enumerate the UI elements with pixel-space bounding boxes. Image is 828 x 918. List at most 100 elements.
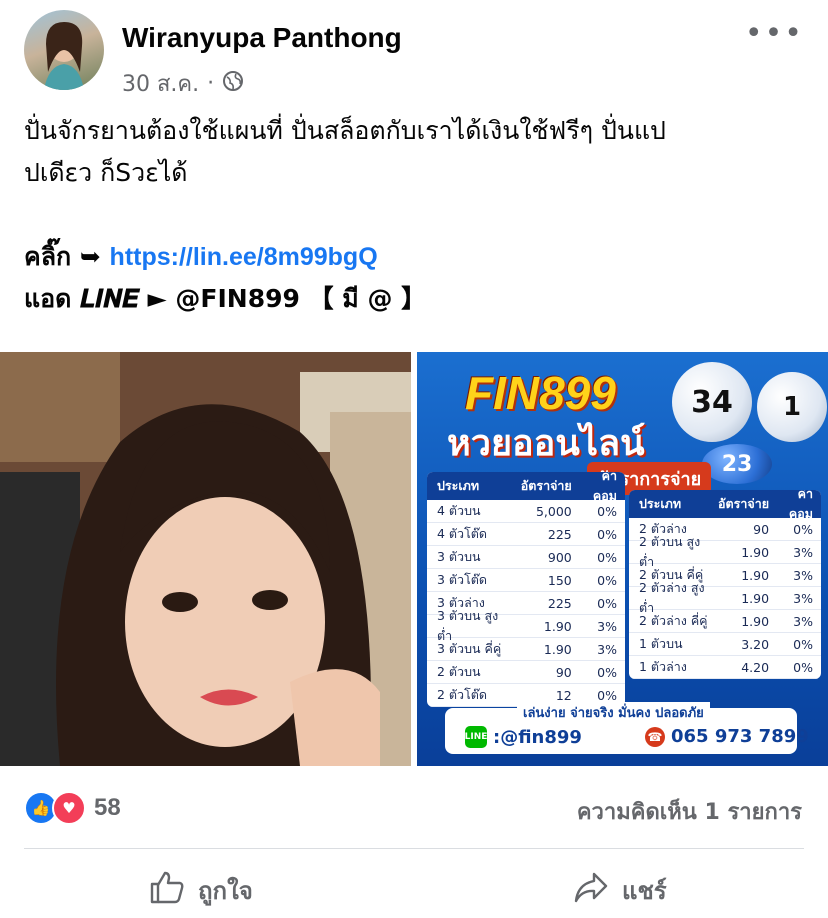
row-type: 4 ตัวโต๊ด (437, 526, 488, 541)
table-row: 4 ตัวบน 5,000 0% (427, 500, 625, 523)
post-meta: 30 ส.ค. · (122, 66, 244, 101)
like-button[interactable]: ถูกใจ (148, 868, 253, 912)
lottery-ball: 1 (757, 372, 827, 442)
table-row: 3 ตัวบน คี่คู่ 1.90 3% (427, 638, 625, 661)
rate-table-right: ประเภท อัตราจ่าย ค่าคอม 2 ตัวล่าง 90 0% 2 ต… (629, 490, 821, 679)
author-name[interactable]: Wiranyupa Panthong (122, 22, 402, 54)
header-rate: อัตราจ่าย (520, 478, 572, 493)
row-commission: 0% (597, 572, 617, 588)
row-rate: 3.20 (741, 636, 770, 652)
header-type: ประเภท (639, 496, 682, 511)
line-brand: 𝑳𝑰𝑵𝑬 (80, 284, 139, 313)
add-suffix: ► @FIN899 【 มี @ 】 (138, 284, 427, 313)
row-rate: 1.90 (741, 613, 770, 629)
post-date[interactable]: 30 ส.ค. (122, 66, 199, 101)
row-commission: 0% (597, 664, 617, 680)
lottery-ball: 23 (702, 444, 772, 484)
share-label: แชร์ (622, 876, 667, 905)
selfie-photo[interactable] (0, 352, 411, 766)
click-prefix: คลิ๊ก ➥ (24, 242, 110, 271)
row-commission: 3% (793, 613, 813, 629)
post-text: ปั่นจักรยานต้องใช้แผนที่ ปั่นสล็อตกับเรา… (24, 110, 804, 320)
post-header: Wiranyupa Panthong 30 ส.ค. · ••• (0, 0, 828, 100)
like-label: ถูกใจ (198, 876, 253, 905)
table-row: 4 ตัวโต๊ด 225 0% (427, 523, 625, 546)
table-row: 2 ตัวบน 90 0% (427, 661, 625, 684)
row-rate: 225 (547, 595, 572, 611)
line-icon: LINE (465, 726, 487, 748)
thumbs-up-icon (148, 868, 186, 912)
divider (24, 848, 804, 849)
row-rate: 1.90 (543, 618, 572, 634)
row-commission: 3% (597, 641, 617, 657)
post-text-line-1: ปั่นจักรยานต้องใช้แผนที่ ปั่นสล็อตกับเรา… (24, 116, 666, 145)
row-commission: 0% (597, 549, 617, 565)
row-type: 3 ตัวบน (437, 549, 481, 564)
row-commission: 3% (793, 544, 813, 560)
row-rate: 150 (547, 572, 572, 588)
row-rate: 900 (547, 549, 572, 565)
love-reaction-icon: ♥ (52, 791, 86, 825)
add-line: แอด 𝑳𝑰𝑵𝑬 ► @FIN899 【 มี @ 】 (24, 278, 804, 320)
row-commission: 0% (597, 503, 617, 519)
row-type: 2 ตัวบน (437, 664, 481, 679)
header-type: ประเภท (437, 478, 480, 493)
row-type: 2 ตัวล่าง คี่คู่ (639, 613, 708, 628)
reaction-count: 58 (94, 794, 121, 821)
table-row: 3 ตัวบน 900 0% (427, 546, 625, 569)
row-type: 4 ตัวบน (437, 503, 481, 518)
comments-count[interactable]: ความคิดเห็น 1 รายการ (577, 794, 802, 829)
row-rate: 1.90 (741, 544, 770, 560)
ad-tagline: เล่นง่าย จ่ายจริง มั่นคง ปลอดภัย (517, 702, 710, 723)
phone-icon: ☎ (645, 726, 665, 747)
table-row: 1 ตัวล่าง 4.20 0% (629, 656, 821, 679)
row-commission: 3% (793, 567, 813, 583)
reaction-icons: 👍 ♥ (24, 791, 86, 825)
rate-table-left: ประเภท อัตราจ่าย ค่าคอม 4 ตัวบน 5,000 0% 4 … (427, 472, 625, 707)
action-bar: ถูกใจ แชร์ (0, 856, 828, 918)
row-type: 3 ตัวบน คี่คู่ (437, 641, 502, 656)
table-row: 3 ตัวบน สูงต่ำ 1.90 3% (427, 608, 625, 643)
click-line: คลิ๊ก ➥ https://lin.ee/8m99bgQ (24, 236, 804, 278)
row-type: 1 ตัวล่าง (639, 659, 687, 674)
header-commission: ค่าคอม (592, 472, 617, 503)
row-type: 2 ตัวโต๊ด (437, 687, 488, 702)
post-link[interactable]: https://lin.ee/8m99bgQ (110, 243, 378, 271)
share-icon (572, 868, 610, 912)
table-row: 1 ตัวบน 3.20 0% (629, 633, 821, 656)
row-rate: 90 (753, 521, 770, 537)
row-rate: 12 (555, 687, 572, 703)
table-header: ประเภท อัตราจ่าย ค่าคอม (629, 490, 821, 521)
row-rate: 4.20 (741, 659, 770, 675)
table-row: 2 ตัวล่าง สูงต่ำ 1.90 3% (629, 580, 821, 615)
lottery-ad-image[interactable]: 34 1 23 FIN899 หวยออนไลน์ อัตราการจ่าย ป… (417, 352, 828, 766)
row-commission: 0% (793, 659, 813, 675)
globe-icon[interactable] (222, 70, 244, 98)
lottery-ball: 34 (672, 362, 752, 442)
photo-grid: 34 1 23 FIN899 หวยออนไลน์ อัตราการจ่าย ป… (0, 352, 828, 766)
avatar[interactable] (24, 10, 104, 90)
row-rate: 1.90 (741, 590, 770, 606)
more-options-button[interactable]: ••• (745, 16, 804, 51)
row-commission: 3% (793, 590, 813, 606)
row-commission: 0% (793, 636, 813, 652)
header-commission: ค่าคอม (788, 490, 813, 521)
header-rate: อัตราจ่าย (718, 496, 770, 511)
row-rate: 5,000 (535, 503, 572, 519)
row-rate: 1.90 (741, 567, 770, 583)
row-rate: 225 (547, 526, 572, 542)
row-commission: 0% (597, 595, 617, 611)
table-header: ประเภท อัตราจ่าย ค่าคอม (427, 472, 625, 503)
add-prefix: แอด (24, 284, 81, 313)
row-rate: 1.90 (543, 641, 572, 657)
phone-number: 065 973 7899 (671, 726, 809, 747)
row-commission: 3% (597, 618, 617, 634)
phone-contact: ☎ 065 973 7899 (645, 726, 809, 747)
line-id: :@fin899 (493, 726, 582, 748)
reaction-summary[interactable]: 👍 ♥ 58 (24, 790, 121, 826)
table-row: 2 ตัวล่าง คี่คู่ 1.90 3% (629, 610, 821, 633)
post-text-line-2: ปเดีεว ก็Sวεได้ (24, 158, 188, 187)
brand-logo: FIN899 (465, 367, 616, 419)
share-button[interactable]: แชร์ (572, 868, 667, 912)
row-commission: 0% (793, 521, 813, 537)
